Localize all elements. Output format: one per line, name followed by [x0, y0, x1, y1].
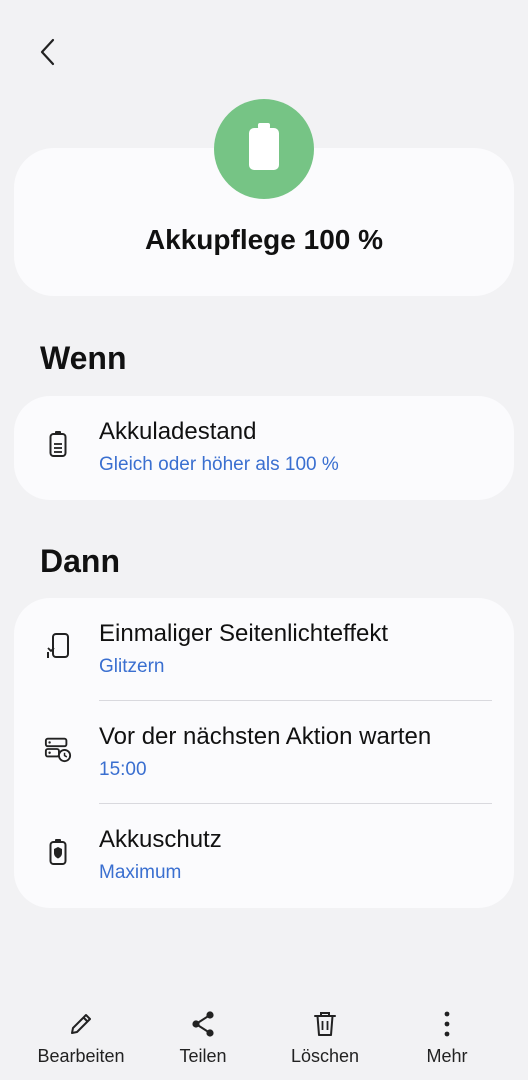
then-card: Einmaliger Seitenlichteffekt Glitzern Vo… [14, 598, 514, 908]
pencil-icon [68, 1011, 94, 1042]
more-button[interactable]: Mehr [387, 1010, 507, 1067]
battery-level-icon [44, 430, 72, 458]
routine-title: Akkupflege 100 % [144, 224, 384, 255]
action-value: Glitzern [99, 656, 165, 677]
bottom-action-bar: Bearbeiten Teilen Löschen Mehr [0, 1000, 528, 1080]
share-label: Teilen [179, 1046, 227, 1066]
delete-button[interactable]: Löschen [265, 1010, 385, 1067]
share-button[interactable]: Teilen [143, 1010, 263, 1067]
delete-label: Löschen [290, 1046, 360, 1066]
then-heading: Dann [40, 543, 120, 579]
action-edge-lighting[interactable]: Einmaliger Seitenlichteffekt Glitzern [14, 598, 514, 702]
action-label: Akkuschutz [99, 826, 222, 853]
condition-battery-level[interactable]: Akkuladestand Gleich oder höher als 100 … [14, 396, 514, 500]
action-label: Vor der nächsten Aktion warten [99, 723, 432, 750]
action-value: 15:00 [99, 759, 147, 780]
edge-lighting-icon [44, 632, 72, 660]
when-heading: Wenn [40, 340, 127, 376]
more-vertical-icon [442, 1010, 452, 1043]
action-wait[interactable]: Vor der nächsten Aktion warten 15:00 [14, 701, 514, 805]
back-arrow-icon [37, 37, 59, 72]
share-icon [190, 1010, 216, 1043]
battery-protection-icon [44, 838, 72, 866]
back-button[interactable] [28, 34, 68, 74]
condition-value: Gleich oder höher als 100 % [99, 454, 339, 475]
condition-label: Akkuladestand [99, 418, 257, 445]
edit-button[interactable]: Bearbeiten [21, 1010, 141, 1067]
wait-timer-icon [44, 735, 72, 763]
edit-label: Bearbeiten [37, 1046, 125, 1066]
action-label: Einmaliger Seitenlichteffekt [99, 620, 389, 647]
when-card: Akkuladestand Gleich oder höher als 100 … [14, 396, 514, 500]
action-value: Maximum [99, 862, 182, 883]
routine-icon-circle [214, 99, 314, 199]
trash-icon [312, 1010, 338, 1043]
more-label: Mehr [426, 1046, 468, 1066]
battery-icon [247, 122, 281, 177]
action-battery-protection[interactable]: Akkuschutz Maximum [14, 804, 514, 908]
